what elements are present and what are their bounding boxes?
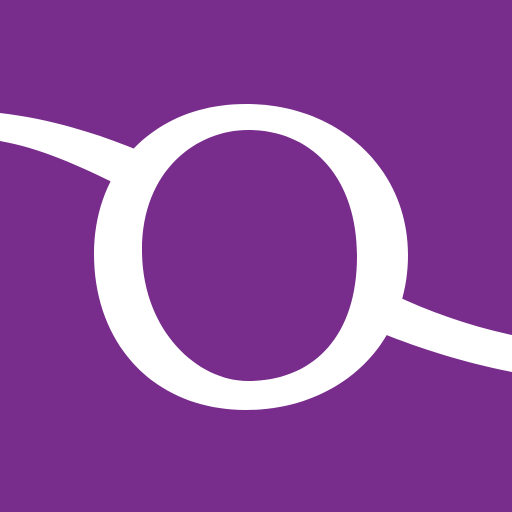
- icon-background: [0, 0, 512, 512]
- app-icon-tile: [0, 0, 512, 512]
- q-orbit-logo-icon: [0, 0, 512, 512]
